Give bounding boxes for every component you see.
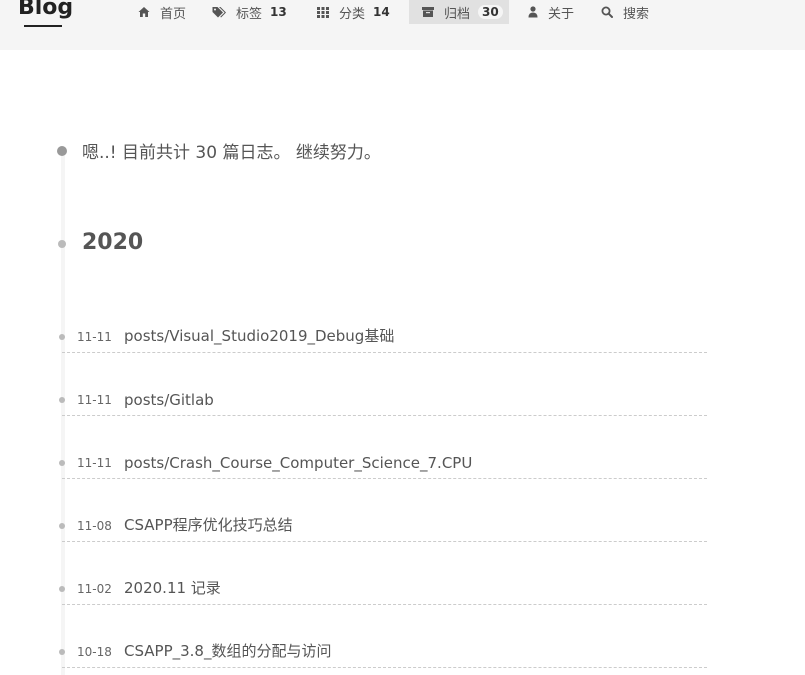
search-icon — [601, 6, 613, 18]
post-title-link[interactable]: CSAPP程序优化技巧总结 — [124, 514, 293, 535]
post-row: 11-08 CSAPP程序优化技巧总结 — [62, 502, 707, 542]
post-row: 11-02 2020.11 记录 — [62, 565, 707, 605]
post-row: 11-11 posts/Gitlab — [62, 376, 707, 416]
post-date: 10-18 — [77, 645, 112, 659]
menu-label-about: 关于 — [548, 6, 575, 22]
menu-item-search[interactable]: 搜索 — [601, 0, 649, 24]
timeline-dot-year — [58, 240, 66, 248]
menu-item-tags[interactable]: 标签 13 — [212, 0, 287, 24]
post-title-link[interactable]: posts/Visual_Studio2019_Debug基础 — [124, 325, 394, 346]
post-title-link[interactable]: 2020.11 记录 — [124, 577, 221, 598]
menu-label-categories: 分类 — [339, 6, 366, 22]
menu-item-archives[interactable]: 归档 30 — [409, 0, 509, 24]
archive-year: 2020 — [82, 230, 144, 255]
post-row: 11-11 posts/Crash_Course_Computer_Scienc… — [62, 439, 707, 479]
site-header: Blog 首页 标签 13 分类 14 归档 30 关于 搜索 — [0, 0, 805, 50]
menu-item-categories[interactable]: 分类 14 — [317, 0, 390, 24]
grid-icon — [317, 6, 329, 18]
menu-label-search: 搜索 — [623, 6, 650, 22]
home-icon — [138, 6, 150, 18]
timeline-dot-intro — [57, 146, 67, 156]
post-date: 11-11 — [77, 456, 112, 470]
archive-icon — [422, 6, 434, 18]
menu-item-home[interactable]: 首页 — [138, 0, 186, 24]
menu-item-about[interactable]: 关于 — [528, 0, 574, 24]
post-title-link[interactable]: posts/Gitlab — [124, 391, 214, 409]
site-brand[interactable]: Blog — [18, 0, 73, 20]
post-title-link[interactable]: CSAPP_3.8_数组的分配与访问 — [124, 640, 331, 661]
tags-count-badge: 13 — [270, 5, 287, 19]
tags-icon — [212, 6, 226, 18]
post-title-link[interactable]: posts/Crash_Course_Computer_Science_7.CP… — [124, 454, 472, 472]
archives-count-badge: 30 — [478, 5, 503, 19]
post-date: 11-08 — [77, 519, 112, 533]
archive-intro: 嗯..! 目前共计 30 篇日志。 继续努力。 — [82, 143, 381, 163]
menu-label-home: 首页 — [160, 6, 187, 22]
categories-count-badge: 14 — [373, 5, 390, 19]
post-row: 10-18 CSAPP_3.8_数组的分配与访问 — [62, 628, 707, 668]
post-row: 11-11 posts/Visual_Studio2019_Debug基础 — [62, 313, 707, 353]
menu-label-tags: 标签 — [236, 6, 263, 22]
brand-underline — [24, 25, 62, 27]
post-date: 11-11 — [77, 393, 112, 407]
menu-label-archives: 归档 — [444, 6, 471, 22]
post-date: 11-11 — [77, 330, 112, 344]
post-date: 11-02 — [77, 582, 112, 596]
user-icon — [528, 6, 538, 18]
